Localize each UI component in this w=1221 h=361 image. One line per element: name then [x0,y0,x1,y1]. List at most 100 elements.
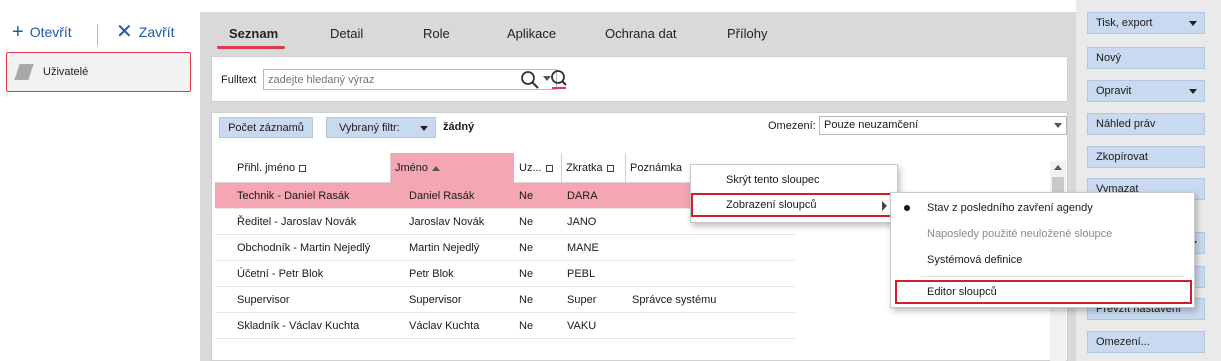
rights-preview-button[interactable]: Náhled práv [1087,113,1205,135]
cell-name: Supervisor [409,294,462,306]
button-label: Tisk, export [1096,17,1153,29]
menu-item-hide-column[interactable]: Skrýt tento sloupec [691,168,897,192]
col-header-abbr[interactable]: Zkratka [562,153,625,183]
cell-name: Václav Kuchta [409,320,480,332]
close-button[interactable]: ✕ Zavřít [116,22,175,42]
restriction-label: Omezení: [768,120,816,132]
cell-name: Martin Nejedlý [409,242,480,254]
chevron-right-icon [882,201,887,211]
col-header-name[interactable]: Jméno [391,153,514,183]
button-label: Omezení... [1096,336,1150,348]
filter-label: Vybraný filtr: [339,121,400,134]
menu-item-system-definition[interactable]: Systémová definice [891,248,1194,272]
active-tab-indicator [217,46,285,49]
cell-login: Skladník - Václav Kuchta [237,320,360,332]
chevron-down-icon [1054,123,1062,128]
filter-checkbox-icon[interactable] [299,164,307,172]
col-header-label: Zkratka [566,162,603,174]
tab-role[interactable]: Role [423,26,450,41]
cell-locked: Ne [519,320,534,332]
cell-note: Správce systému [632,294,717,306]
filter-value: žádný [443,121,475,133]
cell-locked: Ne [519,294,534,306]
open-label: Otevřít [29,24,72,40]
print-export-button[interactable]: Tisk, export [1087,12,1205,34]
cell-login: Účetní - Petr Blok [237,268,324,280]
tab-prilohy[interactable]: Přílohy [727,26,767,41]
search-icon[interactable] [519,69,541,91]
sort-asc-icon [432,165,441,171]
open-button[interactable]: + Otevřít [12,22,72,42]
left-panel: + Otevřít ✕ Zavřít Uživatelé [0,0,200,361]
cell-abbr: DARA [567,190,598,202]
button-label: Zkopírovat [1096,151,1148,163]
menu-item-last-state[interactable]: Stav z posledního zavření agendy [891,196,1194,220]
menu-item-label: Editor sloupců [927,286,997,298]
tab-seznam[interactable]: Seznam [229,26,278,41]
menu-item-label: Naposledy použité neuložené sloupce [927,228,1113,240]
filter-checkbox-icon[interactable] [606,164,614,172]
restriction-select[interactable]: Pouze neuzamčení [819,116,1067,135]
scroll-up-icon[interactable] [1054,165,1062,170]
cell-abbr: MANE [567,242,599,254]
nav-item-label: Uživatelé [43,66,89,78]
cell-name: Jaroslav Novák [409,216,485,228]
advanced-search-icon[interactable] [548,69,570,91]
button-label: Náhled práv [1096,118,1156,130]
copy-button[interactable]: Zkopírovat [1087,146,1205,168]
filter-dropdown[interactable]: Vybraný filtr: [326,117,436,138]
menu-item-column-display[interactable]: Zobrazení sloupců [691,193,897,217]
column-display-submenu: Stav z posledního zavření agendy Naposle… [890,192,1195,308]
tab-detail[interactable]: Detail [330,26,363,41]
col-header-label: Poznámka [630,162,682,174]
menu-item-unsaved-columns: Naposledy použité neuložené sloupce [891,222,1194,246]
menu-divider [921,276,1184,277]
cell-locked: Ne [519,242,534,254]
main-panel: Seznam Detail Role Aplikace Ochrana dat … [200,12,1076,361]
tab-aplikace[interactable]: Aplikace [507,26,556,41]
col-header-login[interactable]: Přihl. jméno [233,153,390,183]
col-header-locked[interactable]: Uz... [515,153,561,183]
nav-item-users[interactable]: Uživatelé [6,52,191,92]
cell-note [628,183,632,209]
cell-note [628,261,632,287]
menu-item-label: Systémová definice [927,254,1023,266]
chevron-down-icon [1189,21,1197,26]
button-label: Nový [1096,52,1122,64]
table-row[interactable]: Skladník - Václav Kuchta Václav Kuchta N… [215,313,795,339]
chevron-down-icon [420,126,428,131]
col-header-label: Uz... [519,162,542,174]
selected-bullet-icon [904,205,910,211]
table-row[interactable]: Účetní - Petr Blok Petr Blok Ne PEBL [215,261,795,287]
cell-locked: Ne [519,268,534,280]
cell-locked: Ne [519,190,534,202]
restriction-button[interactable]: Omezení... [1087,331,1205,353]
cell-login: Ředitel - Jaroslav Novák [237,216,357,228]
restriction-value: Pouze neuzamčení [824,119,919,131]
menu-item-label: Skrýt tento sloupec [726,174,820,186]
table-row[interactable]: Supervisor Supervisor Ne Super Správce s… [215,287,795,313]
button-label: Opravit [1096,85,1132,97]
filter-checkbox-icon[interactable] [545,164,553,172]
new-button[interactable]: Nový [1087,47,1205,69]
toolbar-divider [97,24,98,46]
cell-note [628,313,632,339]
chevron-down-icon [1189,89,1197,94]
menu-item-column-editor[interactable]: Editor sloupců [895,280,1192,304]
column-context-menu: Skrýt tento sloupec Zobrazení sloupců [690,164,898,223]
col-header-label: Přihl. jméno [237,162,296,174]
cell-login: Supervisor [237,294,290,306]
edit-button[interactable]: Opravit [1087,80,1205,102]
tab-bar: Seznam Detail Role Aplikace Ochrana dat … [200,12,1076,54]
tab-ochrana-dat[interactable]: Ochrana dat [605,26,677,41]
cell-name: Daniel Rasák [409,190,475,202]
menu-item-label: Zobrazení sloupců [726,199,817,211]
search-input[interactable] [263,69,557,90]
cell-abbr: VAKU [567,320,597,332]
cell-name: Petr Blok [409,268,454,280]
plus-icon: + [12,21,24,43]
table-row[interactable]: Obchodník - Martin Nejedlý Martin Nejedl… [215,235,795,261]
cell-abbr: JANO [567,216,597,228]
module-icon [14,64,34,80]
record-count-button[interactable]: Počet záznamů [219,117,313,138]
